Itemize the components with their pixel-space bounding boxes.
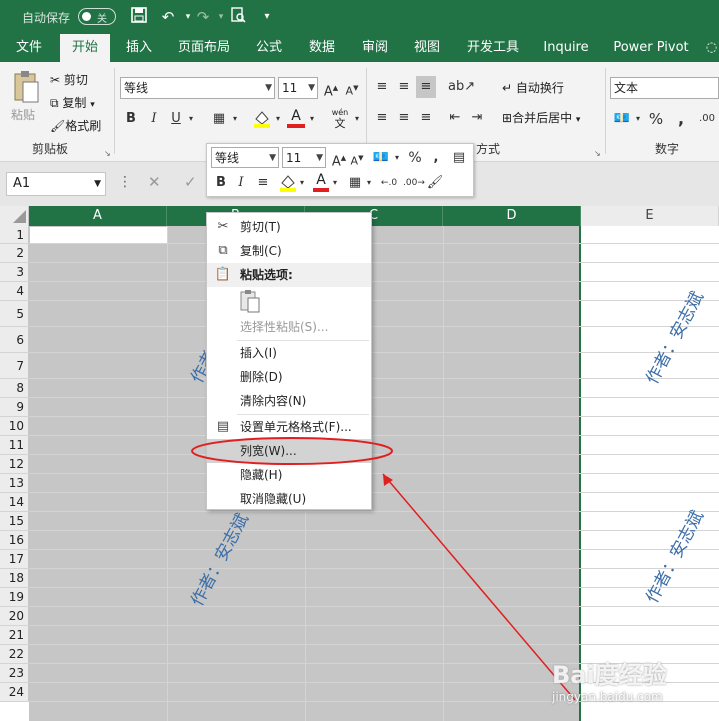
baidu-url-watermark: jingyan.baidu.com [552, 690, 663, 704]
highlight-ellipse [191, 437, 393, 465]
annotation-arrow [382, 473, 576, 701]
annotation-overlay [191, 437, 576, 701]
baidu-logo-watermark: Bai度经验 [552, 661, 667, 689]
